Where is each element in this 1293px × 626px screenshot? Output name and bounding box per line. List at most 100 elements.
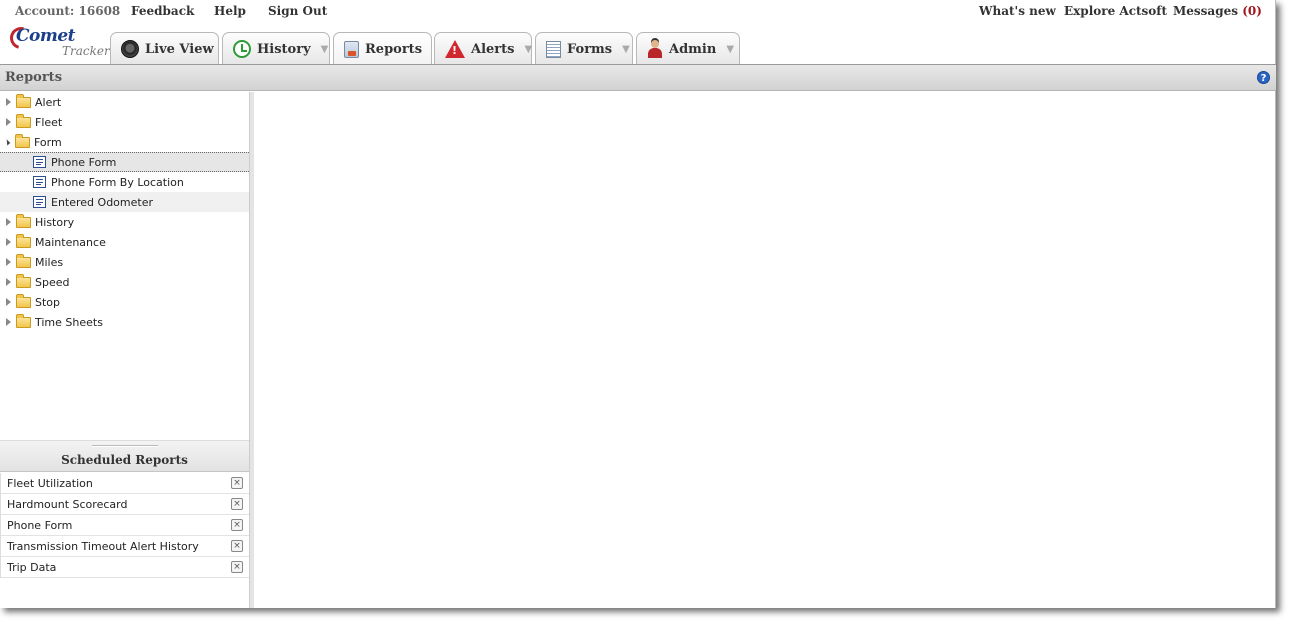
reports-icon [344, 41, 359, 58]
expand-arrow-icon[interactable] [6, 98, 11, 106]
expand-arrow-icon[interactable] [6, 318, 11, 326]
folder-icon [16, 233, 31, 248]
collapse-arrow-icon[interactable] [3, 138, 11, 146]
tab-label: Live View [145, 41, 214, 57]
panel-resize-grip[interactable] [92, 445, 158, 447]
tree-report-entered-odometer[interactable]: Entered Odometer [0, 192, 249, 212]
tree-folder-maintenance[interactable]: Maintenance [0, 232, 249, 252]
scheduled-report-label: Phone Form [7, 519, 73, 532]
forms-icon [546, 40, 561, 58]
tab-label: Alerts [471, 41, 515, 57]
report-form-icon [33, 196, 46, 208]
folder-icon [16, 273, 31, 288]
tab-admin[interactable]: Admin ▼ [636, 32, 740, 65]
explore-actsoft-link[interactable]: Explore Actsoft [1064, 4, 1167, 18]
help-link[interactable]: Help [214, 4, 246, 18]
scheduled-report-item[interactable]: Fleet Utilization × [1, 473, 249, 494]
tree-folder-label: History [35, 215, 75, 229]
reports-tree: Alert Fleet Form Phone Form Phone Form B… [0, 92, 249, 332]
history-clock-icon [233, 40, 251, 58]
scheduled-report-label: Trip Data [7, 561, 57, 574]
folder-open-icon [15, 133, 30, 148]
messages-label: Messages [1173, 4, 1238, 18]
chevron-down-icon[interactable]: ▼ [524, 44, 532, 55]
report-form-icon [33, 176, 46, 188]
reports-tree-panel: Alert Fleet Form Phone Form Phone Form B… [0, 92, 250, 608]
expand-arrow-icon[interactable] [6, 218, 11, 226]
scheduled-report-label: Fleet Utilization [7, 477, 93, 490]
tree-folder-label: Time Sheets [35, 315, 103, 329]
folder-icon [16, 293, 31, 308]
tab-label: Admin [669, 41, 717, 57]
expand-arrow-icon[interactable] [6, 258, 11, 266]
tree-folder-history[interactable]: History [0, 212, 249, 232]
expand-arrow-icon[interactable] [6, 278, 11, 286]
folder-icon [16, 213, 31, 228]
remove-icon[interactable]: × [231, 519, 243, 531]
tree-report-label: Entered Odometer [51, 195, 153, 209]
expand-arrow-icon[interactable] [6, 298, 11, 306]
live-view-icon [121, 40, 139, 58]
tab-live-view[interactable]: Live View [110, 32, 219, 65]
whats-new-link[interactable]: What's new [979, 4, 1056, 18]
remove-icon[interactable]: × [231, 540, 243, 552]
tree-folder-time-sheets[interactable]: Time Sheets [0, 312, 249, 332]
chevron-down-icon[interactable]: ▼ [726, 44, 734, 55]
scheduled-report-item[interactable]: Transmission Timeout Alert History × [1, 536, 249, 557]
folder-icon [16, 113, 31, 128]
folder-icon [16, 93, 31, 108]
tree-report-phone-form[interactable]: Phone Form [0, 152, 249, 172]
tab-label: Forms [567, 41, 613, 57]
scheduled-report-label: Hardmount Scorecard [7, 498, 128, 511]
tree-folder-speed[interactable]: Speed [0, 272, 249, 292]
tab-reports[interactable]: Reports [333, 32, 432, 66]
tab-history[interactable]: History ▼ [222, 32, 330, 65]
report-form-icon [33, 156, 46, 168]
help-icon[interactable]: ? [1257, 71, 1270, 84]
messages-link[interactable]: Messages (0) [1173, 4, 1262, 18]
tree-folder-label: Alert [35, 95, 62, 109]
comet-tracker-logo: Comet Tracker [5, 22, 110, 60]
top-bar: Account: 16608 Feedback Help Sign Out Wh… [0, 0, 1276, 22]
scheduled-reports-header: Scheduled Reports [0, 440, 249, 472]
tree-report-label: Phone Form [51, 155, 117, 169]
expand-arrow-icon[interactable] [6, 118, 11, 126]
report-content-area [254, 92, 1275, 608]
chevron-down-icon[interactable]: ▼ [321, 44, 329, 55]
scheduled-report-item[interactable]: Trip Data × [1, 557, 249, 578]
scheduled-report-item[interactable]: Phone Form × [1, 515, 249, 536]
tree-report-label: Phone Form By Location [51, 175, 184, 189]
folder-icon [16, 253, 31, 268]
messages-count: (0) [1242, 4, 1262, 18]
app-window: Account: 16608 Feedback Help Sign Out Wh… [0, 0, 1276, 608]
scheduled-reports-title: Scheduled Reports [61, 453, 188, 467]
remove-icon[interactable]: × [231, 498, 243, 510]
tab-alerts[interactable]: Alerts ▼ [434, 32, 532, 65]
tree-report-phone-form-by-location[interactable]: Phone Form By Location [0, 172, 249, 192]
tree-folder-miles[interactable]: Miles [0, 252, 249, 272]
expand-arrow-icon[interactable] [6, 238, 11, 246]
chevron-down-icon[interactable]: ▼ [622, 44, 630, 55]
tree-folder-label: Form [34, 135, 62, 149]
tree-folder-stop[interactable]: Stop [0, 292, 249, 312]
alert-triangle-icon [445, 40, 465, 58]
folder-icon [16, 313, 31, 328]
tab-label: History [257, 41, 311, 57]
remove-icon[interactable]: × [231, 477, 243, 489]
logo-brand: Comet [16, 26, 76, 46]
account-label: Account: 16608 [15, 4, 121, 18]
tree-folder-fleet[interactable]: Fleet [0, 112, 249, 132]
feedback-link[interactable]: Feedback [131, 4, 194, 18]
tree-folder-label: Fleet [35, 115, 63, 129]
tab-forms[interactable]: Forms ▼ [535, 32, 633, 65]
tree-folder-label: Miles [35, 255, 64, 269]
reports-header-strip: Reports ? [0, 64, 1276, 91]
scheduled-report-item[interactable]: Hardmount Scorecard × [1, 494, 249, 515]
tree-folder-alert[interactable]: Alert [0, 92, 249, 112]
page-title: Reports [5, 70, 63, 85]
sign-out-link[interactable]: Sign Out [268, 4, 327, 18]
scheduled-reports-list: Fleet Utilization × Hardmount Scorecard … [0, 473, 249, 578]
remove-icon[interactable]: × [231, 561, 243, 573]
admin-user-icon [647, 40, 663, 58]
tree-folder-form[interactable]: Form [0, 132, 249, 152]
